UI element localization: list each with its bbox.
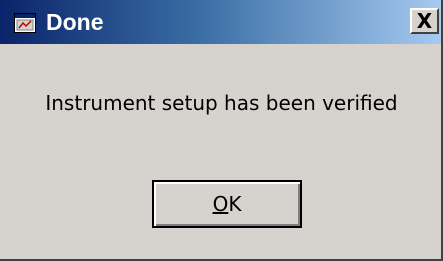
- close-button[interactable]: X: [410, 8, 439, 34]
- title-bar[interactable]: Done X: [0, 0, 441, 44]
- ok-label-rest: K: [228, 192, 242, 216]
- ok-button-label: OK: [213, 193, 242, 215]
- ok-mnemonic: O: [212, 192, 229, 216]
- close-icon: X: [416, 9, 433, 33]
- dialog-message: Instrument setup has been verified: [45, 91, 398, 115]
- window-title: Done: [46, 9, 104, 35]
- ok-button[interactable]: OK: [152, 180, 302, 228]
- dialog-window: Done X Instrument setup has been verifie…: [0, 0, 443, 261]
- labview-app-icon: [14, 13, 36, 33]
